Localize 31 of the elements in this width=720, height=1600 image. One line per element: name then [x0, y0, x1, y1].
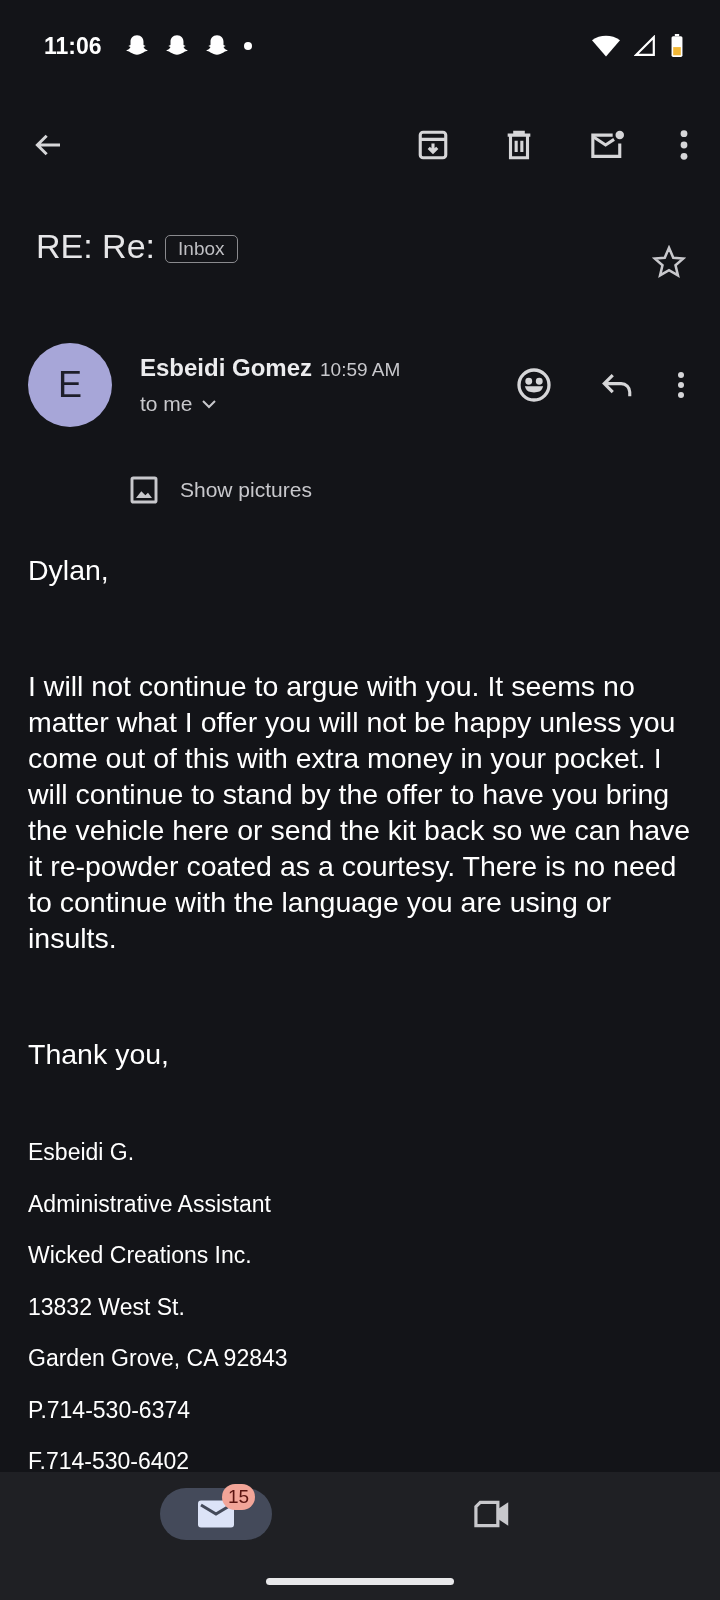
signature-line: Garden Grove, CA 92843 — [28, 1344, 289, 1373]
signal-icon — [634, 35, 656, 57]
sender-avatar: E — [28, 343, 112, 427]
message-time: 10:59 AM — [320, 359, 401, 380]
more-icon — [678, 128, 690, 162]
signature-line: Esbeidi G. — [28, 1138, 136, 1167]
archive-icon — [416, 128, 450, 162]
dot-icon — [243, 42, 252, 50]
signature-line: Administrative Assistant — [28, 1189, 272, 1218]
message-paragraph: I will not continue to argue with you. It seems no matter what I offer you will not be happy unless you come out of this with extra money in your pocket. I will continue to stand by the offer to have you bring the vehicle here or send the kit back so we can have it re-powder coated as a courtesy. There is no need to continue with the language you are using or insults. — [28, 669, 692, 956]
greeting-text: Dylan, — [28, 553, 110, 588]
closing-text: Thank you, — [28, 1037, 170, 1072]
signature-line: Wicked Creations Inc. — [28, 1241, 253, 1270]
battery-icon — [670, 34, 684, 58]
status-time: 11:06 — [44, 32, 102, 60]
video-camera-icon — [473, 1499, 511, 1529]
star-icon — [652, 245, 686, 279]
show-pictures-button[interactable]: Show pictures — [128, 474, 312, 506]
unread-count-badge: 15 — [222, 1484, 256, 1510]
email-subject: RE: Re: — [36, 227, 156, 266]
wifi-icon — [592, 35, 620, 57]
signature-line: 13832 West St. — [28, 1292, 186, 1321]
smiley-icon — [516, 367, 552, 403]
signature-line: F.714-530-6402 — [28, 1447, 191, 1472]
chevron-down-icon — [200, 399, 217, 409]
more-icon — [676, 370, 686, 400]
image-icon — [128, 474, 160, 506]
sender-name: Esbeidi Gomez — [140, 354, 313, 381]
inbox-label: Inbox — [165, 235, 238, 263]
signature-line: P.714-530-6374 — [28, 1395, 191, 1424]
recipient-toggle[interactable]: to me — [140, 392, 512, 416]
